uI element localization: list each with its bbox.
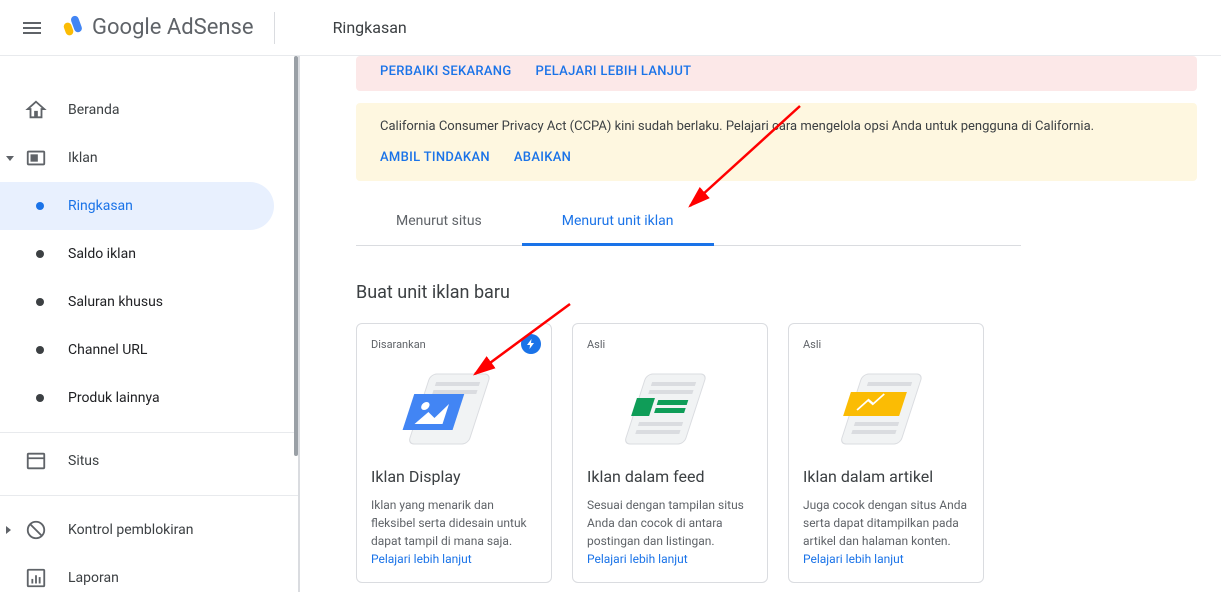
bullet-icon bbox=[36, 394, 44, 402]
subnav-ad-balance-label: Saldo iklan bbox=[68, 246, 136, 262]
hamburger-icon bbox=[20, 16, 44, 40]
card-in-article-title: Iklan dalam artikel bbox=[803, 467, 969, 486]
alert-take-action-link[interactable]: AMBIL TINDAKAN bbox=[380, 150, 490, 165]
nav-reports-label: Laporan bbox=[68, 570, 119, 586]
bullet-icon bbox=[36, 250, 44, 258]
page-title: Ringkasan bbox=[333, 18, 407, 37]
bullet-icon bbox=[36, 202, 44, 210]
alert-learn-more-link[interactable]: PELAJARI LEBIH LANJUT bbox=[536, 64, 692, 79]
nav-reports[interactable]: Laporan bbox=[0, 554, 298, 592]
bullet-icon bbox=[36, 298, 44, 306]
block-icon bbox=[24, 518, 48, 542]
tab-by-ad-unit[interactable]: Menurut unit iklan bbox=[522, 197, 714, 245]
alert-ccpa: California Consumer Privacy Act (CCPA) k… bbox=[356, 103, 1197, 181]
nav-home-label: Beranda bbox=[68, 102, 119, 118]
subnav-custom-channels[interactable]: Saluran khusus bbox=[0, 278, 274, 326]
nav-blocking-label: Kontrol pemblokiran bbox=[68, 522, 194, 538]
subnav-channel-url-label: Channel URL bbox=[68, 342, 147, 358]
header-divider bbox=[274, 12, 275, 44]
card-display-desc: Iklan yang menarik dan fleksibel serta d… bbox=[371, 496, 537, 568]
section-title: Buat unit iklan baru bbox=[356, 282, 1221, 303]
nav-home[interactable]: Beranda bbox=[0, 86, 298, 134]
tabs: Menurut situs Menurut unit iklan bbox=[356, 197, 1021, 246]
in-feed-illustration bbox=[587, 359, 753, 459]
card-in-feed-desc: Sesuai dengan tampilan situs Anda dan co… bbox=[587, 496, 753, 568]
home-icon bbox=[24, 98, 48, 122]
adsense-logo-icon bbox=[60, 13, 86, 43]
card-in-article-learn-link[interactable]: Pelajari lebih lanjut bbox=[803, 552, 904, 566]
chevron-right-icon bbox=[6, 526, 11, 534]
alert-error: PERBAIKI SEKARANG PELAJARI LEBIH LANJUT bbox=[356, 56, 1197, 91]
subnav-overview[interactable]: Ringkasan bbox=[0, 182, 274, 230]
card-display-ads[interactable]: Disarankan Iklan Display Iklan yang mena… bbox=[356, 323, 552, 583]
card-in-feed-learn-link[interactable]: Pelajari lebih lanjut bbox=[587, 552, 688, 566]
sidebar: Beranda Iklan Ringkasan Saldo iklan Salu… bbox=[0, 56, 300, 592]
card-in-article-ads[interactable]: Asli Iklan dalam artikel Juga cocok deng… bbox=[788, 323, 984, 583]
card-in-feed-ads[interactable]: Asli Iklan dalam feed Sesuai dengan tamp… bbox=[572, 323, 768, 583]
subnav-overview-label: Ringkasan bbox=[68, 198, 133, 214]
alert-fix-now-link[interactable]: PERBAIKI SEKARANG bbox=[380, 64, 512, 79]
chevron-down-icon bbox=[6, 156, 14, 161]
sites-icon bbox=[24, 449, 48, 473]
card-display-learn-link[interactable]: Pelajari lebih lanjut bbox=[371, 552, 472, 566]
tab-by-site[interactable]: Menurut situs bbox=[356, 197, 522, 245]
in-article-illustration bbox=[803, 359, 969, 459]
subnav-other-products-label: Produk lainnya bbox=[68, 390, 160, 406]
product-logo[interactable]: Google AdSense bbox=[60, 13, 254, 43]
subnav-other-products[interactable]: Produk lainnya bbox=[0, 374, 274, 422]
reports-icon bbox=[24, 566, 48, 590]
subnav-channel-url[interactable]: Channel URL bbox=[0, 326, 274, 374]
card-in-article-desc: Juga cocok dengan situs Anda serta dapat… bbox=[803, 496, 969, 568]
card-display-title: Iklan Display bbox=[371, 467, 537, 486]
display-ads-illustration bbox=[371, 359, 537, 459]
product-name: Google AdSense bbox=[92, 15, 254, 40]
nav-sites-label: Situs bbox=[68, 453, 99, 469]
card-in-feed-title: Iklan dalam feed bbox=[587, 467, 753, 486]
main-content: PERBAIKI SEKARANG PELAJARI LEBIH LANJUT … bbox=[300, 56, 1221, 592]
bolt-icon bbox=[521, 334, 541, 354]
native-badge: Asli bbox=[587, 338, 753, 351]
recommended-badge: Disarankan bbox=[371, 338, 537, 351]
native-badge: Asli bbox=[803, 338, 969, 351]
subnav-custom-channels-label: Saluran khusus bbox=[68, 294, 163, 310]
ads-icon bbox=[24, 146, 48, 170]
nav-ads[interactable]: Iklan bbox=[0, 134, 298, 182]
nav-sites[interactable]: Situs bbox=[0, 437, 298, 485]
bullet-icon bbox=[36, 346, 44, 354]
alert-ccpa-text: California Consumer Privacy Act (CCPA) k… bbox=[380, 119, 1173, 134]
nav-blocking-controls[interactable]: Kontrol pemblokiran bbox=[0, 506, 298, 554]
nav-ads-label: Iklan bbox=[68, 150, 98, 166]
alert-dismiss-link[interactable]: ABAIKAN bbox=[514, 150, 571, 165]
menu-button[interactable] bbox=[8, 4, 56, 52]
subnav-ad-balance[interactable]: Saldo iklan bbox=[0, 230, 274, 278]
